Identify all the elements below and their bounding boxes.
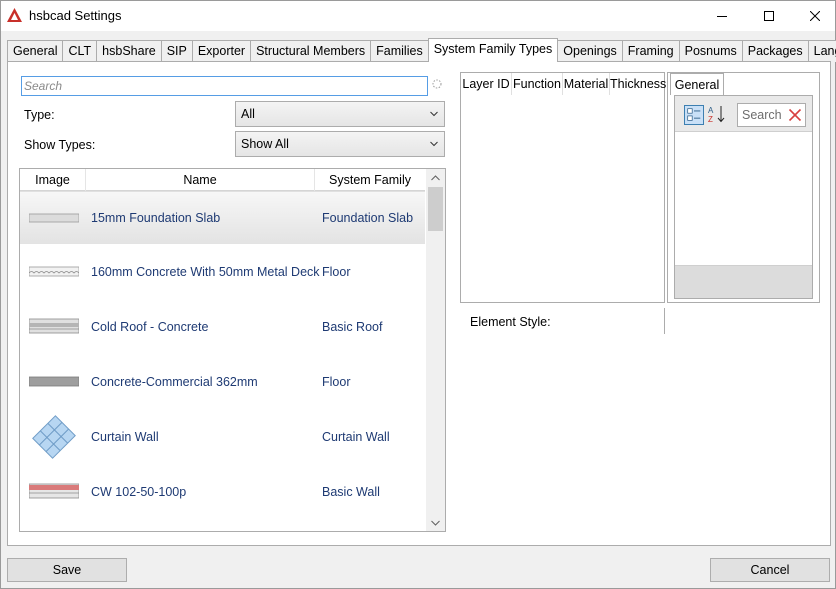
- tab-property-general[interactable]: General: [670, 73, 724, 95]
- show-types-dropdown-value: Show All: [241, 137, 289, 151]
- element-style-label: Element Style:: [470, 315, 551, 329]
- svg-text:Z: Z: [708, 115, 713, 124]
- column-header-name[interactable]: Name: [86, 169, 315, 191]
- roof-thumbnail-icon: [29, 318, 79, 334]
- chevron-down-icon: [431, 520, 440, 526]
- column-header-thickness[interactable]: Thickness: [610, 73, 666, 95]
- clear-search-icon[interactable]: [788, 108, 802, 122]
- row-name: 160mm Concrete With 50mm Metal Deck: [91, 265, 320, 279]
- maximize-icon: [764, 11, 774, 21]
- tab-language[interactable]: Language: [807, 40, 836, 62]
- tab-packages[interactable]: Packages: [741, 40, 809, 62]
- minimize-button[interactable]: [699, 1, 745, 31]
- row-name: CW 102-50-100p: [91, 485, 187, 499]
- tab-structural-members[interactable]: Structural Members: [250, 40, 372, 62]
- property-search-placeholder: Search: [742, 108, 782, 122]
- type-label: Type:: [24, 108, 55, 122]
- loading-spinner-icon: [432, 79, 442, 89]
- hsbcad-logo-icon: [7, 8, 22, 22]
- curtain-wall-thumbnail-icon: [32, 415, 76, 459]
- tab-general[interactable]: General: [7, 40, 64, 62]
- tab-sip[interactable]: SIP: [160, 40, 193, 62]
- row-type: Floor: [322, 375, 351, 389]
- layers-table: Layer ID Function Material Thickness: [460, 72, 666, 303]
- settings-window: hsbcad Settings General CLT hsbShare SIP…: [0, 0, 836, 589]
- column-header-system-family-type[interactable]: System Family Type: [315, 169, 425, 209]
- tab-families[interactable]: Families: [370, 40, 429, 62]
- row-type: Foundation Slab: [322, 211, 414, 225]
- tab-clt[interactable]: CLT: [62, 40, 98, 62]
- column-header-material[interactable]: Material: [563, 73, 610, 95]
- settings-tabs: General CLT hsbShare SIP Exporter Struct…: [7, 38, 836, 62]
- scroll-down-button[interactable]: [426, 514, 445, 531]
- categorized-view-icon[interactable]: [684, 105, 704, 125]
- tab-framing[interactable]: Framing: [621, 40, 680, 62]
- window-title: hsbcad Settings: [29, 8, 122, 23]
- table-row[interactable]: Curtain Wall Curtain Wall: [20, 411, 425, 464]
- table-row[interactable]: 160mm Concrete With 50mm Metal Deck Floo…: [20, 246, 425, 299]
- show-types-label: Show Types:: [24, 138, 96, 152]
- column-header-layer-id[interactable]: Layer ID: [461, 73, 512, 95]
- row-type: Floor: [322, 265, 351, 279]
- property-grid: A Z Search: [674, 95, 813, 299]
- scrollbar-thumb[interactable]: [428, 187, 443, 231]
- row-name: 15mm Foundation Slab: [91, 211, 221, 225]
- row-name: Concrete-Commercial 362mm: [91, 375, 258, 389]
- system-family-types-panel: Type: All Show Types: Show All Image Nam…: [7, 61, 831, 546]
- slab-thumbnail-icon: [29, 213, 79, 223]
- row-name: Cold Roof - Concrete: [91, 320, 209, 334]
- table-row[interactable]: Cold Roof - Concrete Basic Roof: [20, 301, 425, 354]
- type-dropdown[interactable]: All: [235, 101, 445, 127]
- chevron-down-icon: [430, 111, 438, 117]
- chevron-up-icon: [431, 174, 440, 180]
- row-type: Basic Roof: [322, 320, 383, 334]
- tab-openings[interactable]: Openings: [557, 40, 623, 62]
- row-type: Basic Wall: [322, 485, 380, 499]
- wall-thumbnail-icon: [29, 483, 79, 499]
- title-bar[interactable]: hsbcad Settings: [1, 1, 835, 31]
- sort-alphabetical-icon[interactable]: A Z: [707, 104, 727, 124]
- table-row[interactable]: CW 102-50-100p Basic Wall: [20, 466, 425, 519]
- system-family-types-grid: Image Name System Family Type 15mm Found…: [19, 168, 446, 532]
- tab-exporter[interactable]: Exporter: [191, 40, 252, 62]
- metal-deck-thumbnail-icon: [29, 266, 79, 277]
- property-grid-toolbar: A Z Search: [675, 96, 812, 132]
- maximize-button[interactable]: [746, 1, 792, 31]
- property-description-area: [675, 265, 812, 298]
- show-types-dropdown[interactable]: Show All: [235, 131, 445, 157]
- tab-hsbshare[interactable]: hsbShare: [96, 40, 162, 62]
- search-input[interactable]: [21, 76, 428, 96]
- tab-posnums[interactable]: Posnums: [678, 40, 743, 62]
- close-button[interactable]: [792, 1, 836, 31]
- table-row[interactable]: 15mm Foundation Slab Foundation Slab: [20, 191, 425, 244]
- minimize-icon: [717, 16, 727, 17]
- grid-header: Image Name System Family Type: [20, 169, 425, 209]
- chevron-down-icon: [430, 141, 438, 147]
- cancel-button[interactable]: Cancel: [710, 558, 830, 582]
- close-icon: [810, 11, 820, 21]
- scroll-up-button[interactable]: [426, 169, 445, 186]
- element-style-divider: [664, 308, 665, 334]
- floor-thumbnail-icon: [29, 376, 79, 387]
- svg-text:A: A: [708, 106, 714, 115]
- type-dropdown-value: All: [241, 107, 255, 121]
- table-row[interactable]: Concrete-Commercial 362mm Floor: [20, 356, 425, 409]
- row-type: Curtain Wall: [322, 430, 390, 444]
- tab-system-family-types[interactable]: System Family Types: [427, 38, 559, 62]
- column-header-image[interactable]: Image: [20, 169, 86, 191]
- grid-vertical-scrollbar[interactable]: [426, 169, 445, 531]
- column-header-function[interactable]: Function: [512, 73, 563, 95]
- row-name: Curtain Wall: [91, 430, 159, 444]
- property-grid-container: General A Z Search: [667, 72, 820, 303]
- property-search-input[interactable]: Search: [737, 103, 806, 127]
- save-button[interactable]: Save: [7, 558, 127, 582]
